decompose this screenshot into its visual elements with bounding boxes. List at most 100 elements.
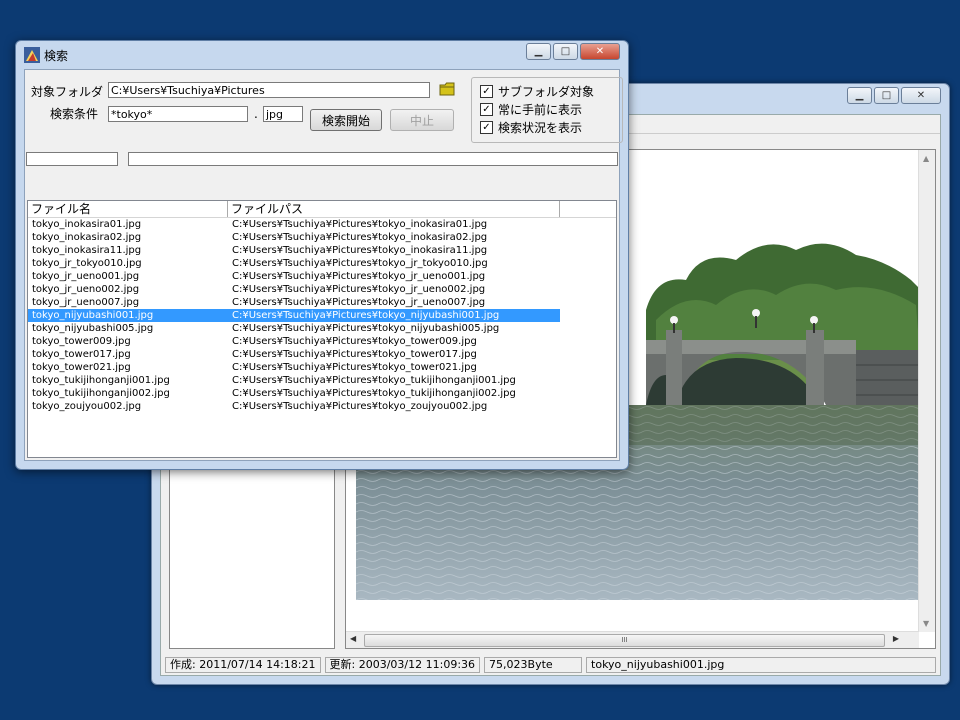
scroll-up-icon[interactable]: ▲ xyxy=(923,154,929,163)
status-updated: 更新: 2003/03/12 11:09:36 xyxy=(324,657,481,673)
extension-input[interactable]: jpg xyxy=(263,106,303,122)
search-dialog: 検索 ▁ □ ✕ 対象フォルダ C:¥Users¥Tsuchiya¥Pictur… xyxy=(15,40,629,470)
viewer-close-button[interactable]: ✕ xyxy=(901,87,941,104)
table-row[interactable]: tokyo_jr_ueno002.jpg C:¥Users¥Tsuchiya¥Pi… xyxy=(28,283,560,296)
table-row[interactable]: tokyo_jr_ueno001.jpg C:¥Users¥Tsuchiya¥Pi… xyxy=(28,270,560,283)
option-subfolders-label: サブフォルダ対象 xyxy=(498,85,595,99)
search-start-button[interactable]: 検索開始 xyxy=(310,109,382,131)
options-group: ✓ サブフォルダ対象 ✓ 常に手前に表示 ✓ 検索状況を表示 xyxy=(471,77,623,143)
table-row[interactable]: tokyo_tukijihonganji002.jpg C:¥Users¥Tsuc… xyxy=(28,387,560,400)
table-row[interactable]: tokyo_nijyubashi005.jpg C:¥Users¥Tsuchiya… xyxy=(28,322,560,335)
option-subfolders[interactable]: ✓ サブフォルダ対象 xyxy=(480,83,594,100)
minimize-icon: ▁ xyxy=(855,90,864,101)
table-row[interactable]: tokyo_nijyubashi001.jpg C:¥Users¥Tsuchiya… xyxy=(28,309,560,322)
cell-filepath: C:¥Users¥Tsuchiya¥Pictures¥tokyo_jr_ueno… xyxy=(232,297,486,308)
dialog-title: 検索 xyxy=(44,49,69,63)
cell-filepath: C:¥Users¥Tsuchiya¥Pictures¥tokyo_nijyuba… xyxy=(232,323,500,334)
maximize-icon: □ xyxy=(560,46,571,57)
stop-button[interactable]: 中止 xyxy=(390,109,454,131)
table-row[interactable]: tokyo_jr_ueno007.jpg C:¥Users¥Tsuchiya¥Pi… xyxy=(28,296,560,309)
cell-filename: tokyo_inokasira01.jpg xyxy=(32,219,142,230)
minimize-icon: ▁ xyxy=(534,46,543,57)
progress-count-field xyxy=(26,152,118,166)
horizontal-scroll-thumb[interactable]: III xyxy=(364,634,885,647)
maximize-icon: □ xyxy=(881,90,892,101)
table-row[interactable]: tokyo_tukijihonganji001.jpg C:¥Users¥Tsuc… xyxy=(28,374,560,387)
image-horizontal-scrollbar[interactable]: ◀ III ▶ xyxy=(346,631,919,648)
table-row[interactable]: tokyo_jr_tokyo010.jpg C:¥Users¥Tsuchiya¥P… xyxy=(28,257,560,270)
folder-icon[interactable] xyxy=(439,82,455,96)
image-vertical-scrollbar[interactable]: ▲ ▼ xyxy=(918,150,935,632)
viewer-maximize-button[interactable]: □ xyxy=(874,87,899,104)
cell-filename: tokyo_tukijihonganji001.jpg xyxy=(32,375,170,386)
viewer-minimize-button[interactable]: ▁ xyxy=(847,87,872,104)
cell-filepath: C:¥Users¥Tsuchiya¥Pictures¥tokyo_inokasi… xyxy=(232,232,488,243)
dialog-maximize-button[interactable]: □ xyxy=(553,43,578,60)
cell-filepath: C:¥Users¥Tsuchiya¥Pictures¥tokyo_tower01… xyxy=(232,349,477,360)
cell-filename: tokyo_zoujyou002.jpg xyxy=(32,401,142,412)
table-row[interactable]: tokyo_tower021.jpg C:¥Users¥Tsuchiya¥Pict… xyxy=(28,361,560,374)
scroll-right-icon[interactable]: ▶ xyxy=(893,634,899,643)
option-always-on-top[interactable]: ✓ 常に手前に表示 xyxy=(480,101,582,118)
option-show-progress[interactable]: ✓ 検索状況を表示 xyxy=(480,119,582,136)
target-folder-input[interactable]: C:¥Users¥Tsuchiya¥Pictures xyxy=(108,82,430,98)
cell-filename: tokyo_jr_ueno007.jpg xyxy=(32,297,140,308)
cell-filename: tokyo_inokasira11.jpg xyxy=(32,245,142,256)
cell-filepath: C:¥Users¥Tsuchiya¥Pictures¥tokyo_inokasi… xyxy=(232,219,488,230)
cell-filepath: C:¥Users¥Tsuchiya¥Pictures¥tokyo_tukijih… xyxy=(232,375,516,386)
results-list[interactable]: ファイル名 ファイルパス tokyo_inokasira01.jpg C:¥Use… xyxy=(27,200,617,458)
column-filename[interactable]: ファイル名 xyxy=(28,201,228,217)
cell-filename: tokyo_tower017.jpg xyxy=(32,349,131,360)
progress-path-field xyxy=(128,152,618,166)
check-icon[interactable]: ✓ xyxy=(480,85,493,98)
scroll-left-icon[interactable]: ◀ xyxy=(350,634,356,643)
viewer-window-controls: ▁ □ ✕ xyxy=(847,87,941,104)
dialog-close-button[interactable]: ✕ xyxy=(580,43,620,60)
cell-filepath: C:¥Users¥Tsuchiya¥Pictures¥tokyo_jr_ueno… xyxy=(232,284,486,295)
cell-filename: tokyo_inokasira02.jpg xyxy=(32,232,142,243)
cell-filename: tokyo_nijyubashi005.jpg xyxy=(32,323,154,334)
dialog-minimize-button[interactable]: ▁ xyxy=(526,43,551,60)
table-row[interactable]: tokyo_inokasira02.jpg C:¥Users¥Tsuchiya¥P… xyxy=(28,231,560,244)
table-row[interactable]: tokyo_inokasira11.jpg C:¥Users¥Tsuchiya¥P… xyxy=(28,244,560,257)
cell-filepath: C:¥Users¥Tsuchiya¥Pictures¥tokyo_nijyuba… xyxy=(232,310,500,321)
column-filepath[interactable]: ファイルパス xyxy=(228,201,560,217)
dialog-titlebar[interactable]: 検索 ▁ □ ✕ xyxy=(16,41,628,67)
table-row[interactable]: tokyo_tower017.jpg C:¥Users¥Tsuchiya¥Pict… xyxy=(28,348,560,361)
condition-input[interactable]: *tokyo* xyxy=(108,106,248,122)
status-created: 作成: 2011/07/14 14:18:21 xyxy=(165,657,321,673)
extension-dot: . xyxy=(254,107,258,121)
column-filler xyxy=(560,201,616,217)
cell-filepath: C:¥Users¥Tsuchiya¥Pictures¥tokyo_inokasi… xyxy=(232,245,488,256)
table-row[interactable]: tokyo_tower009.jpg C:¥Users¥Tsuchiya¥Pict… xyxy=(28,335,560,348)
table-row[interactable]: tokyo_inokasira01.jpg C:¥Users¥Tsuchiya¥P… xyxy=(28,218,560,231)
dialog-window-controls: ▁ □ ✕ xyxy=(526,43,620,60)
check-icon[interactable]: ✓ xyxy=(480,121,493,134)
cell-filename: tokyo_tower021.jpg xyxy=(32,362,131,373)
results-rows: tokyo_inokasira01.jpg C:¥Users¥Tsuchiya¥P… xyxy=(28,218,616,413)
cell-filename: tokyo_tukijihonganji002.jpg xyxy=(32,388,170,399)
status-filename: tokyo_nijyubashi001.jpg xyxy=(586,657,936,673)
cell-filepath: C:¥Users¥Tsuchiya¥Pictures¥tokyo_tower02… xyxy=(232,362,477,373)
cell-filepath: C:¥Users¥Tsuchiya¥Pictures¥tokyo_zoujyou… xyxy=(232,401,488,412)
cell-filename: tokyo_nijyubashi001.jpg xyxy=(32,310,154,321)
option-show-progress-label: 検索状況を表示 xyxy=(498,121,583,135)
check-icon[interactable]: ✓ xyxy=(480,103,493,116)
scroll-down-icon[interactable]: ▼ xyxy=(923,619,929,628)
table-row[interactable]: tokyo_zoujyou002.jpg C:¥Users¥Tsuchiya¥Pi… xyxy=(28,400,560,413)
cell-filename: tokyo_jr_tokyo010.jpg xyxy=(32,258,142,269)
condition-label: 検索条件 xyxy=(50,107,99,121)
close-icon: ✕ xyxy=(595,46,605,57)
cell-filepath: C:¥Users¥Tsuchiya¥Pictures¥tokyo_jr_toky… xyxy=(232,258,488,269)
cell-filename: tokyo_tower009.jpg xyxy=(32,336,131,347)
status-bar: 作成: 2011/07/14 14:18:21 更新: 2003/03/12 1… xyxy=(161,655,940,675)
status-size: 75,023Byte xyxy=(484,657,583,673)
results-header: ファイル名 ファイルパス xyxy=(28,201,616,218)
cell-filename: tokyo_jr_ueno001.jpg xyxy=(32,271,140,282)
target-folder-label: 対象フォルダ xyxy=(31,85,104,99)
cell-filepath: C:¥Users¥Tsuchiya¥Pictures¥tokyo_tukijih… xyxy=(232,388,516,399)
cell-filename: tokyo_jr_ueno002.jpg xyxy=(32,284,140,295)
option-always-on-top-label: 常に手前に表示 xyxy=(498,103,583,117)
close-icon: ✕ xyxy=(916,90,926,101)
cell-filepath: C:¥Users¥Tsuchiya¥Pictures¥tokyo_jr_ueno… xyxy=(232,271,486,282)
